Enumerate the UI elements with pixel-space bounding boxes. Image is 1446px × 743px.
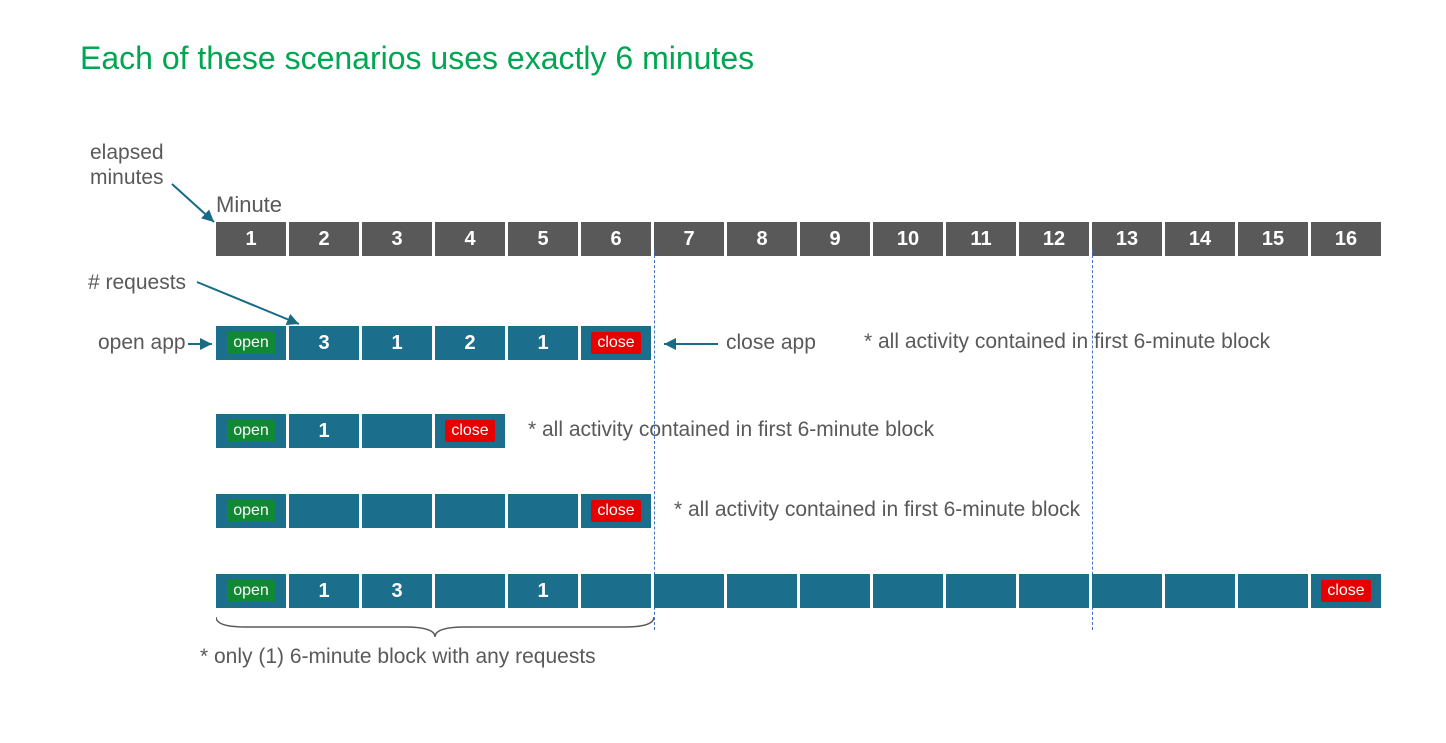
bottom-note: * only (1) 6-minute block with any reque… xyxy=(200,645,596,669)
scenario-cell xyxy=(873,574,943,608)
label-open-app: open app xyxy=(98,330,186,355)
scenario-cell: close xyxy=(435,414,505,448)
scenario-cell xyxy=(1165,574,1235,608)
scenario-cell: 1 xyxy=(508,574,578,608)
label-minute: Minute xyxy=(216,192,282,218)
scenario-cell xyxy=(727,574,797,608)
minute-header-cell: 5 xyxy=(508,222,578,256)
diagram-title: Each of these scenarios uses exactly 6 m… xyxy=(80,40,754,77)
minute-header-cell: 10 xyxy=(873,222,943,256)
close-badge: close xyxy=(1321,580,1370,602)
scenario-cell: open xyxy=(216,574,286,608)
scenario-cell xyxy=(435,574,505,608)
scenario-cell xyxy=(435,494,505,528)
scenario-cell xyxy=(800,574,870,608)
minute-header-cell: 11 xyxy=(946,222,1016,256)
scenario-row: open3121close xyxy=(216,326,651,360)
minute-header-cell: 8 xyxy=(727,222,797,256)
scenario-row: open 1 close xyxy=(216,414,505,448)
scenario-cell: open xyxy=(216,326,286,360)
scenario-cell: 1 xyxy=(289,414,359,448)
minute-header-row: 12345678910111213141516 xyxy=(216,222,1381,256)
scenario-cell: 3 xyxy=(362,574,432,608)
scenario-cell xyxy=(946,574,1016,608)
scenario-cell: 3 xyxy=(289,326,359,360)
scenario-cell: 1 xyxy=(362,326,432,360)
scenario-cell xyxy=(1092,574,1162,608)
scenario-row: open131close xyxy=(216,574,1381,608)
minute-header-cell: 15 xyxy=(1238,222,1308,256)
open-badge: open xyxy=(227,580,275,602)
scenario-cell: 1 xyxy=(289,574,359,608)
minute-header-cell: 6 xyxy=(581,222,651,256)
close-badge: close xyxy=(591,332,640,354)
close-badge: close xyxy=(591,500,640,522)
scenario-note-1: * all activity contained in first 6-minu… xyxy=(528,418,934,442)
minute-header-cell: 4 xyxy=(435,222,505,256)
label-requests: # requests xyxy=(88,270,186,295)
scenario-cell xyxy=(654,574,724,608)
arrow-elapsed-icon xyxy=(170,182,220,227)
minute-header-cell: 7 xyxy=(654,222,724,256)
open-badge: open xyxy=(227,332,275,354)
scenario-cell: open xyxy=(216,414,286,448)
minute-header-cell: 16 xyxy=(1311,222,1381,256)
scenario-note-2: * all activity contained in first 6-minu… xyxy=(674,498,1080,522)
scenario-cell: 2 xyxy=(435,326,505,360)
scenario-cell xyxy=(362,414,432,448)
scenario-note-0: * all activity contained in first 6-minu… xyxy=(864,330,1270,354)
scenario-cell: 1 xyxy=(508,326,578,360)
divider-12min xyxy=(1092,250,1093,630)
minute-header-cell: 3 xyxy=(362,222,432,256)
scenario-cell: close xyxy=(1311,574,1381,608)
scenario-cell xyxy=(1019,574,1089,608)
scenario-cell: open xyxy=(216,494,286,528)
scenario-cell: close xyxy=(581,494,651,528)
scenario-cell xyxy=(508,494,578,528)
brace-icon xyxy=(216,615,654,639)
open-badge: open xyxy=(227,500,275,522)
arrow-requests-icon xyxy=(195,280,305,330)
label-elapsed-minutes: elapsed minutes xyxy=(90,140,164,190)
minute-header-cell: 2 xyxy=(289,222,359,256)
scenario-cell xyxy=(362,494,432,528)
minute-header-cell: 14 xyxy=(1165,222,1235,256)
minute-header-cell: 13 xyxy=(1092,222,1162,256)
open-badge: open xyxy=(227,420,275,442)
scenario-cell: close xyxy=(581,326,651,360)
label-close-app: close app xyxy=(726,330,816,355)
close-badge: close xyxy=(445,420,494,442)
scenario-row: open close xyxy=(216,494,651,528)
minute-header-cell: 12 xyxy=(1019,222,1089,256)
scenario-cell xyxy=(1238,574,1308,608)
minute-header-cell: 1 xyxy=(216,222,286,256)
scenario-cell xyxy=(289,494,359,528)
minute-header-cell: 9 xyxy=(800,222,870,256)
arrow-open-app-icon xyxy=(188,340,218,348)
scenario-cell xyxy=(581,574,651,608)
arrow-close-app-icon xyxy=(660,340,720,348)
